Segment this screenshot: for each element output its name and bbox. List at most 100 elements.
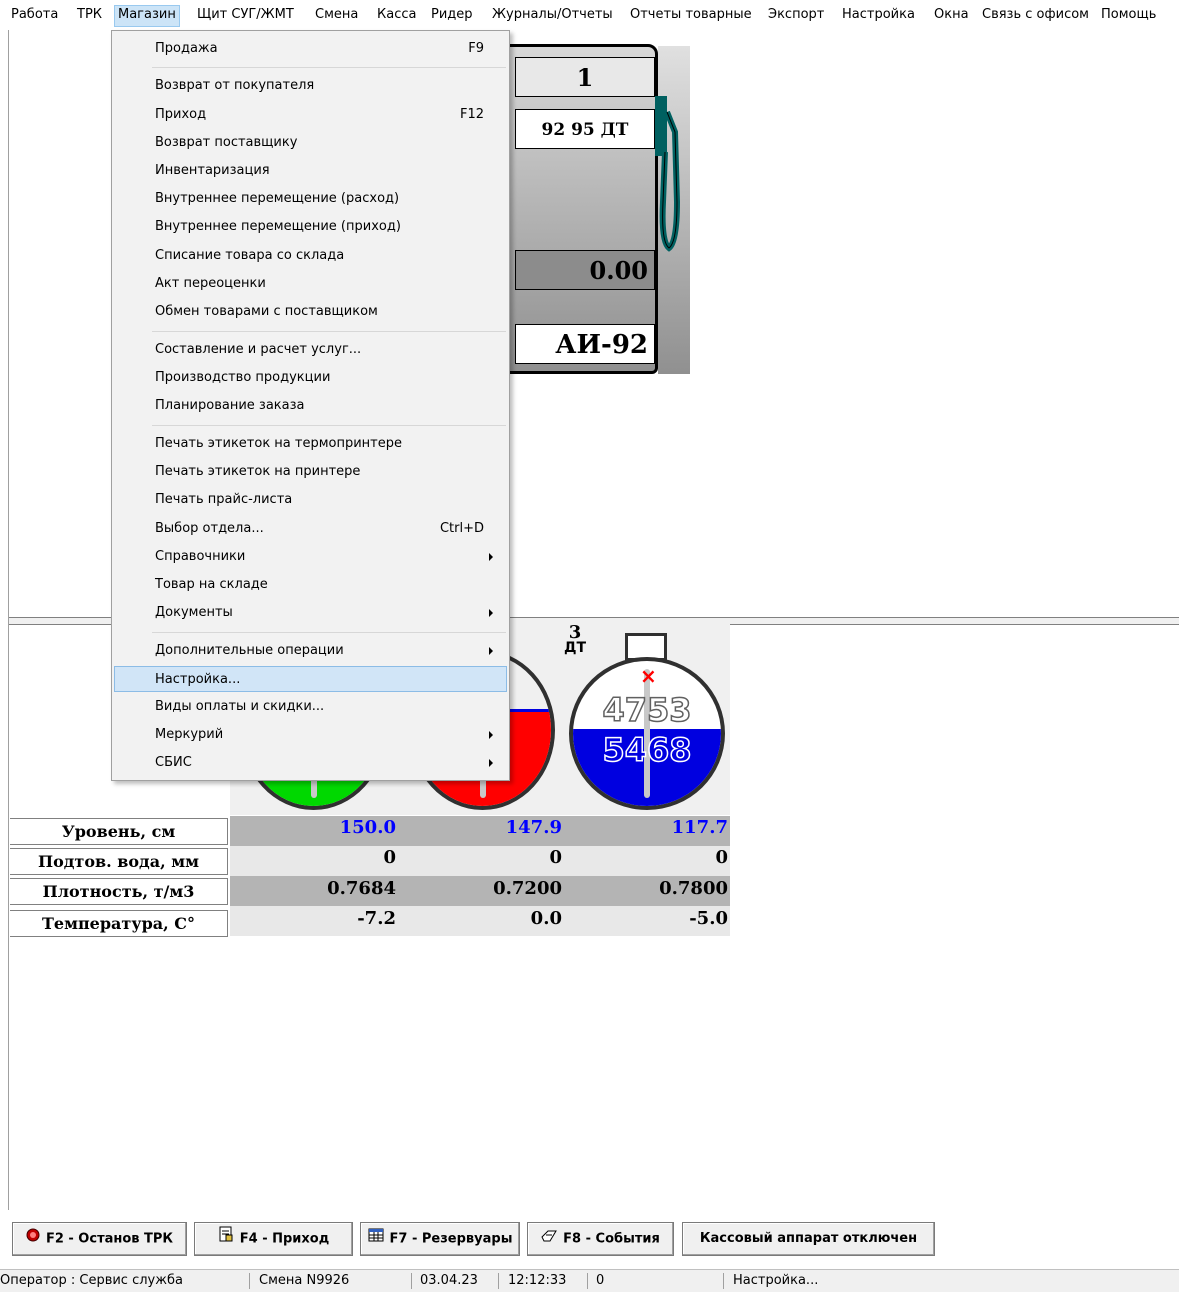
menu-otchety[interactable]: Отчеты товарные — [627, 6, 755, 26]
menu-item-spravochniki[interactable]: Справочники — [114, 544, 507, 570]
menu-item-prodazha[interactable]: Продажа F9 — [114, 36, 507, 62]
menu-item-pechat-printer[interactable]: Печать этикеток на принтере — [114, 459, 507, 485]
menu-item-label: Составление и расчет услуг... — [155, 342, 362, 357]
status-separator — [587, 1273, 588, 1289]
menu-item-vozvrat-pokupatelya[interactable]: Возврат от покупателя — [114, 73, 507, 99]
menu-item-vybor-otdela[interactable]: Выбор отдела... Ctrl+D — [114, 516, 507, 542]
menu-rider[interactable]: Ридер — [428, 6, 476, 26]
submenu-arrow-icon — [489, 647, 493, 655]
menu-separator — [152, 425, 506, 426]
events-button[interactable]: F8 - События — [527, 1222, 674, 1256]
menu-item-label: СБИС — [155, 755, 192, 770]
menu-item-label: Возврат поставщику — [155, 135, 298, 150]
menu-item-nastroika[interactable]: Настройка... — [114, 666, 507, 692]
menu-smena[interactable]: Смена — [312, 6, 361, 26]
menu-item-inventarizaciya[interactable]: Инвентаризация — [114, 158, 507, 184]
menu-item-label: Дополнительные операции — [155, 643, 344, 658]
density-1: 0.7684 — [327, 878, 396, 899]
menubar: Работа ТРК Магазин Щит СУГ/ЖМТ Смена Кас… — [0, 0, 1179, 30]
reservoirs-button[interactable]: F7 - Резервуары — [360, 1222, 520, 1256]
prihod-button[interactable]: F4 - Приход — [194, 1222, 353, 1256]
menu-magazin[interactable]: Магазин — [114, 5, 180, 27]
tank-3-fuel: ДТ — [563, 640, 587, 656]
temperature-2: 0.0 — [530, 908, 562, 929]
tank-3-volume-bottom: 5468 — [602, 730, 693, 770]
menu-item-spisanie[interactable]: Списание товара со склада — [114, 243, 507, 269]
menu-item-pechat-prays[interactable]: Печать прайс-листа — [114, 487, 507, 513]
tank-3-error-icon: × — [640, 664, 657, 688]
menu-item-label: Планирование заказа — [155, 398, 305, 413]
pump-fuels: 92 95 ДТ — [515, 109, 655, 149]
density-2: 0.7200 — [493, 878, 562, 899]
menu-rabota[interactable]: Работа — [8, 6, 61, 26]
menu-item-peremeshchenie-rashod[interactable]: Внутреннее перемещение (расход) — [114, 186, 507, 212]
tank-3-volume-top: 4753 — [602, 690, 693, 730]
water-1: 0 — [383, 847, 396, 868]
menu-item-uslugi[interactable]: Составление и расчет услуг... — [114, 337, 507, 363]
menu-item-shortcut: F9 — [468, 41, 484, 56]
status-shift: Смена N9926 — [259, 1273, 350, 1288]
statusbar: Оператор : Сервис служба Смена N9926 03.… — [0, 1269, 1179, 1292]
status-date: 03.04.23 — [420, 1273, 478, 1288]
water-2: 0 — [549, 847, 562, 868]
menu-item-label: Меркурий — [155, 727, 224, 742]
pump-fuel: АИ-92 — [515, 324, 655, 364]
menu-trk[interactable]: ТРК — [74, 6, 105, 26]
menu-item-label: Печать этикеток на принтере — [155, 464, 361, 479]
stop-icon — [26, 1223, 40, 1255]
menu-item-peremeshchenie-prihod[interactable]: Внутреннее перемещение (приход) — [114, 214, 507, 240]
pump-value: 0.00 — [515, 250, 655, 290]
menu-item-vozvrat-postavshchiku[interactable]: Возврат поставщику — [114, 130, 507, 156]
menu-item-label: Продажа — [155, 41, 218, 56]
status-hint: Настройка... — [733, 1273, 819, 1288]
menu-item-label: Производство продукции — [155, 370, 331, 385]
stop-trk-button[interactable]: F2 - Останов ТРК — [12, 1222, 187, 1256]
menu-item-tovar-na-sklade[interactable]: Товар на складе — [114, 572, 507, 598]
menu-item-akt-pereocenki[interactable]: Акт переоценки — [114, 271, 507, 297]
menu-pomoshch[interactable]: Помощь — [1098, 6, 1159, 26]
menu-zhurnaly[interactable]: Журналы/Отчеты — [489, 6, 616, 26]
menu-item-shortcut: Ctrl+D — [439, 521, 484, 536]
menu-item-sbis[interactable]: СБИС — [114, 750, 507, 776]
menu-item-vidy-oplaty[interactable]: Виды оплаты и скидки... — [114, 694, 507, 720]
menu-item-label: Внутреннее перемещение (приход) — [155, 219, 401, 234]
menu-item-label: Приход — [155, 107, 207, 122]
menu-item-label: Внутреннее перемещение (расход) — [155, 191, 400, 206]
menu-item-prihod[interactable]: Приход F12 — [114, 102, 507, 128]
menu-item-merkuriy[interactable]: Меркурий — [114, 722, 507, 748]
menu-separator — [152, 331, 506, 332]
cash-register-button[interactable]: Кассовый аппарат отключен — [682, 1222, 935, 1256]
temperature-3: -5.0 — [689, 908, 728, 929]
menu-item-obmen[interactable]: Обмен товарами с поставщиком — [114, 299, 507, 325]
status-separator — [498, 1273, 499, 1289]
label-level: Уровень, см — [10, 818, 228, 845]
submenu-arrow-icon — [489, 609, 493, 617]
menu-nastroika[interactable]: Настройка — [839, 6, 918, 26]
menu-item-dokumenty[interactable]: Документы — [114, 600, 507, 626]
menu-svyaz[interactable]: Связь с офисом — [979, 6, 1092, 26]
menu-okna[interactable]: Окна — [931, 6, 972, 26]
pump-nozzle-icon — [655, 92, 689, 374]
menu-magazin-dropdown: Продажа F9 Возврат от покупателя Приход F1… — [111, 30, 510, 781]
menu-eksport[interactable]: Экспорт — [765, 6, 827, 26]
pump-number: 1 — [515, 57, 655, 97]
level-3: 117.7 — [671, 817, 728, 838]
menu-item-planirovanie[interactable]: Планирование заказа — [114, 393, 507, 419]
status-time: 12:12:33 — [508, 1273, 567, 1288]
menu-kassa[interactable]: Касса — [374, 6, 419, 26]
menu-item-proizvodstvo[interactable]: Производство продукции — [114, 365, 507, 391]
events-label: F8 - События — [563, 1231, 660, 1247]
menu-item-label: Печать этикеток на термопринтере — [155, 436, 403, 451]
menu-item-pechat-termo[interactable]: Печать этикеток на термопринтере — [114, 431, 507, 457]
menu-item-label: Возврат от покупателя — [155, 78, 315, 93]
cash-register-label: Кассовый аппарат отключен — [699, 1231, 918, 1246]
menu-item-label: Инвентаризация — [155, 163, 270, 178]
level-2: 147.9 — [505, 817, 562, 838]
menu-item-label: Товар на складе — [155, 577, 268, 592]
menu-item-label: Виды оплаты и скидки... — [155, 699, 325, 714]
menu-shchit[interactable]: Щит СУГ/ЖМТ — [194, 6, 297, 26]
level-1: 150.0 — [339, 817, 396, 838]
table-icon — [368, 1223, 384, 1255]
menu-item-dop-operacii[interactable]: Дополнительные операции — [114, 638, 507, 664]
prihod-label: F4 - Приход — [239, 1231, 330, 1247]
